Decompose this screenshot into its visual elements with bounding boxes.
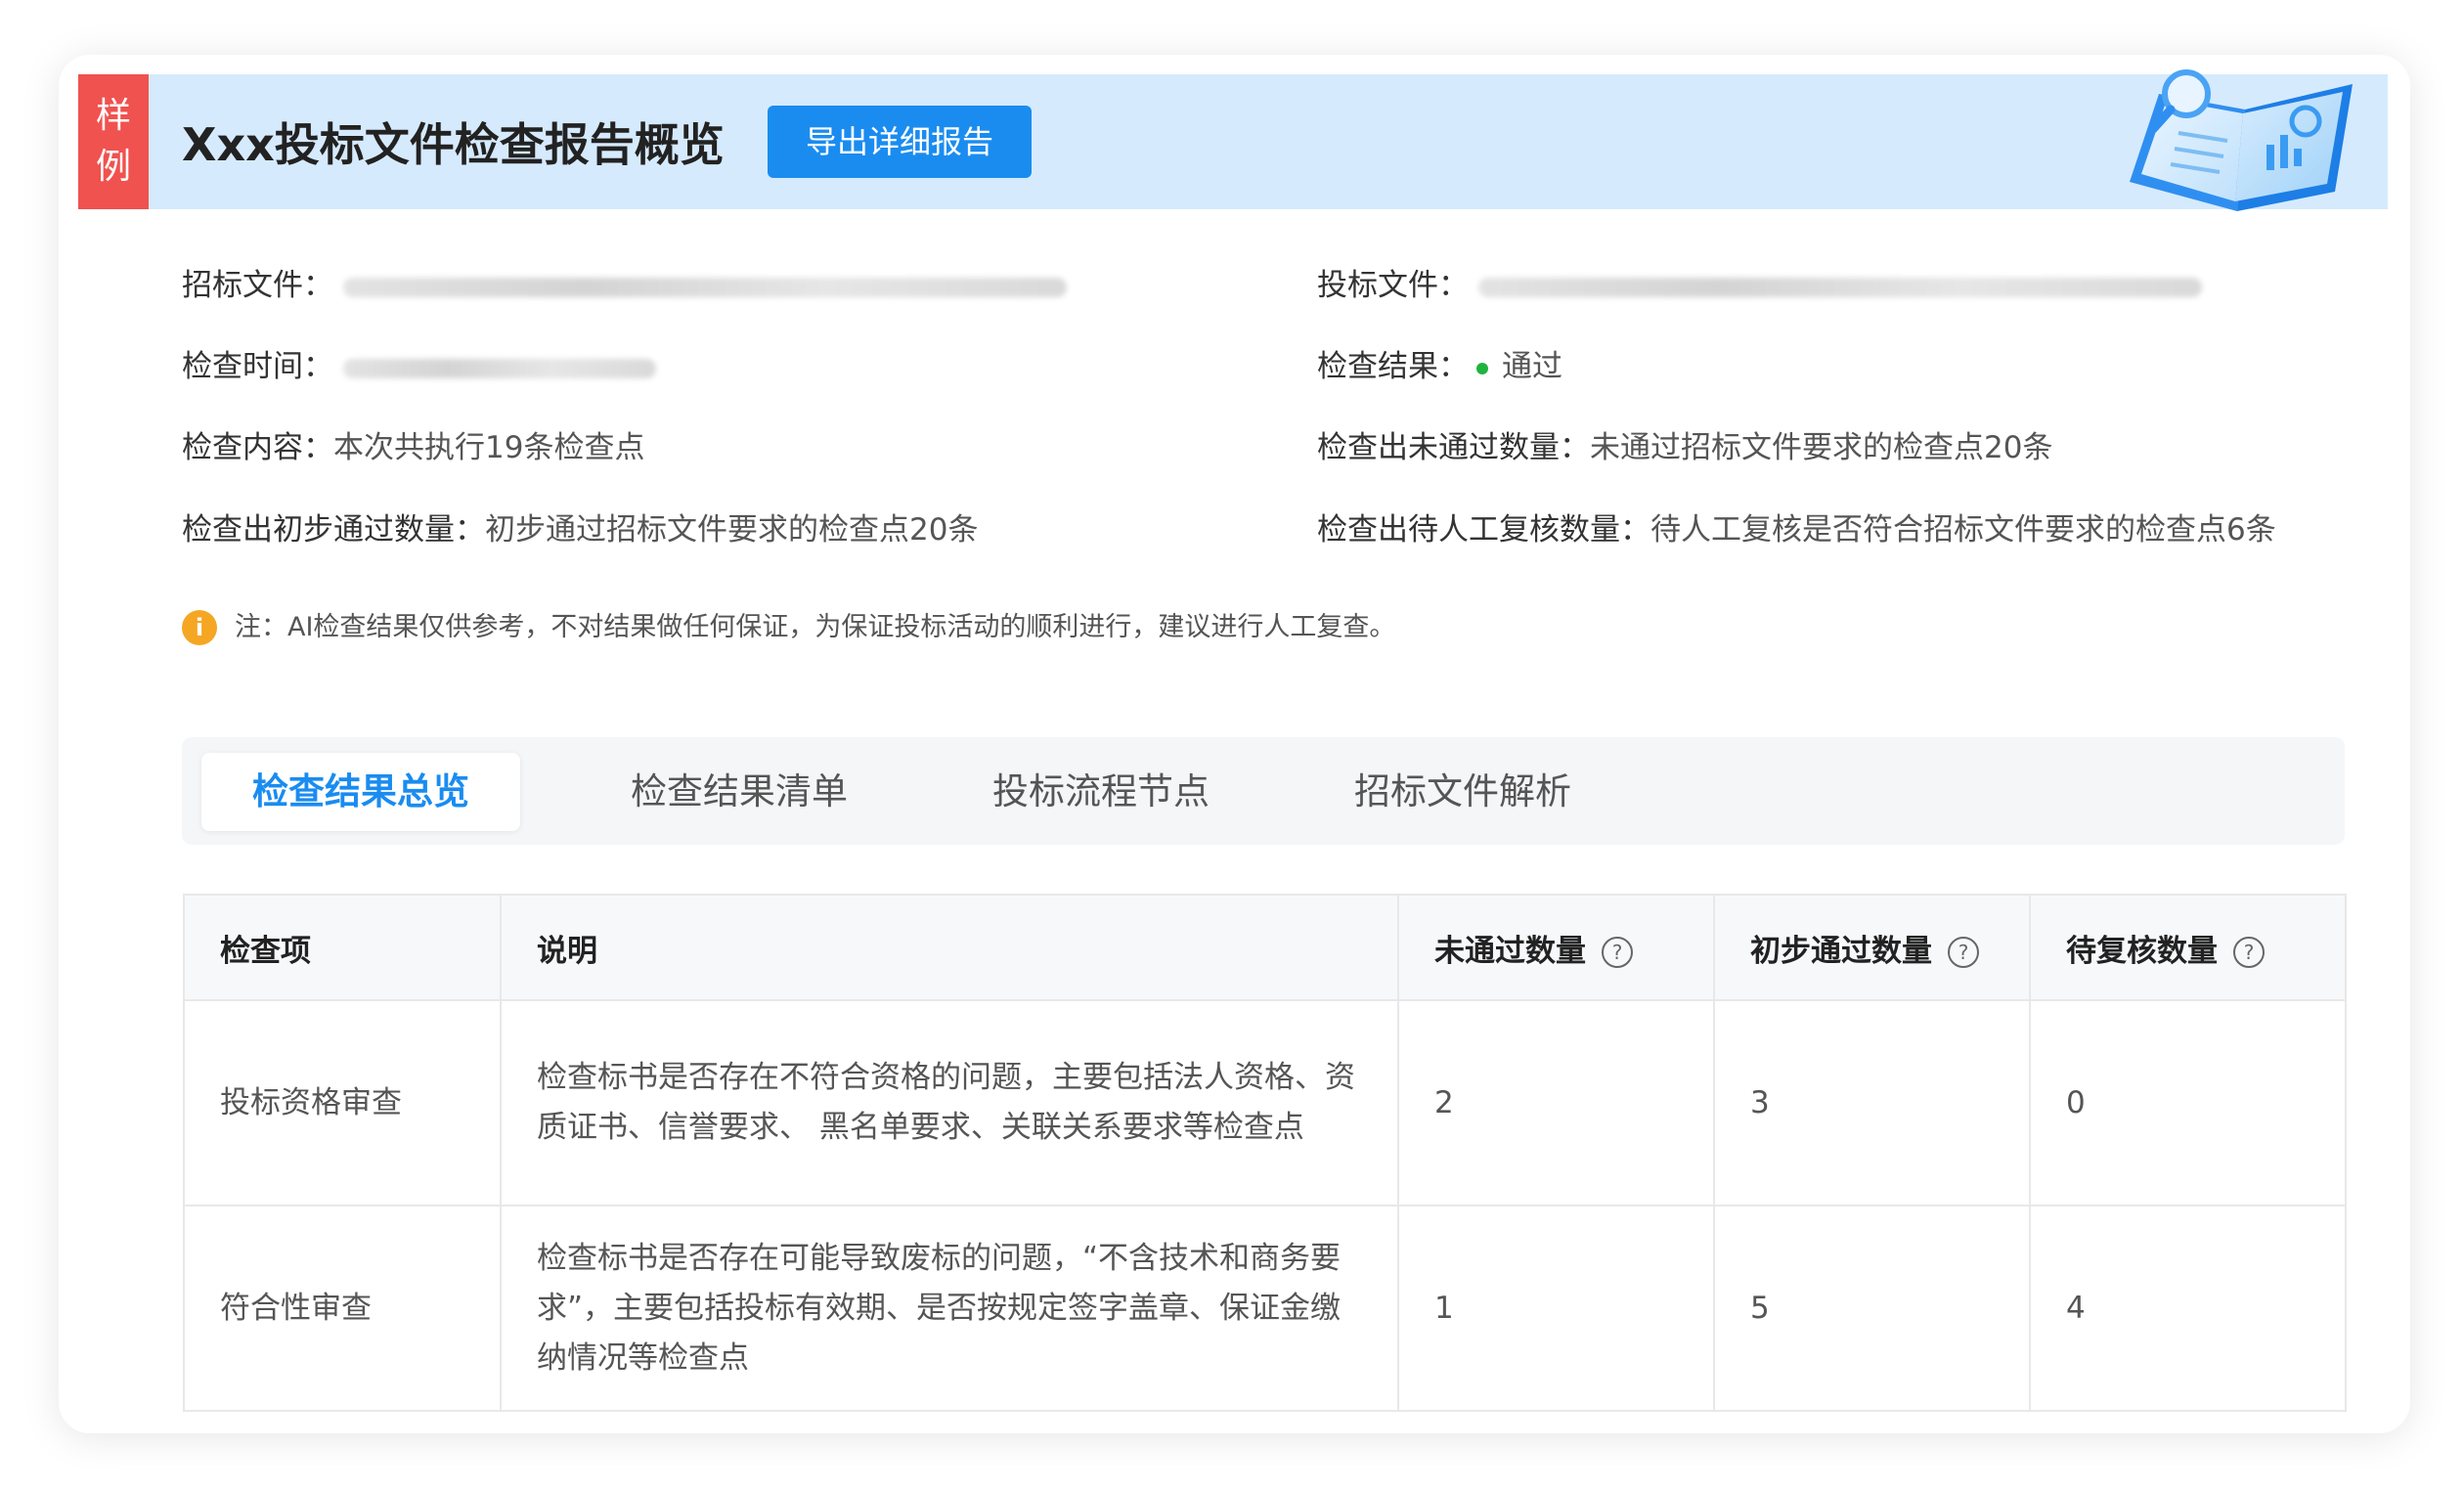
- pending-count-label: 检查出待人工复核数量：: [1317, 512, 1650, 548]
- question-circle-icon[interactable]: ?: [1602, 937, 1633, 968]
- header-passed-count: 初步通过数量?: [1713, 894, 2031, 1001]
- cell-pending-count: 4: [2029, 1205, 2347, 1412]
- status-dot-icon: [1476, 362, 1488, 374]
- info-circle-icon: i: [182, 610, 217, 645]
- cell-failed-count: 1: [1397, 1205, 1715, 1412]
- cell-description: 检查标书是否存在可能导致废标的问题，“不含技术和商务要求”，主要包括投标有效期、…: [500, 1205, 1399, 1412]
- disclaimer-text: 注：AI检查结果仅供参考，不对结果做任何保证，为保证投标活动的顺利进行，建议进行…: [235, 612, 1396, 642]
- failed-count-row: 检查出未通过数量：未通过招标文件要求的检查点20条: [1317, 428, 2052, 467]
- pending-count-value: 待人工复核是否符合招标文件要求的检查点6条: [1650, 512, 2276, 548]
- header-description: 说明: [500, 894, 1399, 1001]
- failed-count-value: 未通过招标文件要求的检查点20条: [1590, 430, 2053, 465]
- page-title: Xxx投标文件检查报告概览: [182, 118, 725, 171]
- pending-count-row: 检查出待人工复核数量：待人工复核是否符合招标文件要求的检查点6条: [1317, 510, 2276, 549]
- cell-check-item: 符合性审查: [183, 1205, 502, 1412]
- check-content-value: 本次共执行19条检查点: [333, 430, 645, 465]
- bid-doc-redacted: [1477, 277, 2202, 297]
- passed-count-value: 初步通过招标文件要求的检查点20条: [485, 512, 979, 548]
- cell-pending-count: 0: [2029, 999, 2347, 1207]
- header-pending-count: 待复核数量?: [2029, 894, 2347, 1001]
- cell-failed-count: 2: [1397, 999, 1715, 1207]
- tab-bar: 检查结果总览 检查结果清单 投标流程节点 招标文件解析: [182, 737, 2345, 845]
- table-header-row: 检查项 说明 未通过数量? 初步通过数量? 待复核数量?: [183, 894, 2347, 1001]
- table-row: 符合性审查 检查标书是否存在可能导致废标的问题，“不含技术和商务要求”，主要包括…: [183, 1205, 2347, 1412]
- cell-passed-count: 5: [1713, 1205, 2031, 1412]
- table-row: 投标资格审查 检查标书是否存在不符合资格的问题，主要包括法人资格、资质证书、信誉…: [183, 999, 2347, 1207]
- bid-doc-label: 投标文件：: [1317, 268, 1469, 303]
- failed-count-label: 检查出未通过数量：: [1317, 430, 1590, 465]
- export-report-button[interactable]: 导出详细报告: [768, 106, 1032, 178]
- results-table: 检查项 说明 未通过数量? 初步通过数量? 待复核数量? 投标资格审查 检查标书…: [183, 894, 2347, 1412]
- tab-results-list[interactable]: 检查结果清单: [573, 753, 905, 831]
- sample-badge-line2: 例: [95, 147, 131, 187]
- check-time-label: 检查时间：: [182, 349, 333, 384]
- check-result-row: 检查结果： 通过: [1317, 347, 1562, 386]
- check-content-row: 检查内容：本次共执行19条检查点: [182, 428, 644, 467]
- cell-passed-count: 3: [1713, 999, 2031, 1207]
- check-content-label: 检查内容：: [182, 430, 333, 465]
- passed-count-label: 检查出初步通过数量：: [182, 512, 485, 548]
- open-book-magnifier-icon: [2130, 69, 2353, 211]
- sample-badge-line1: 样: [95, 96, 131, 136]
- passed-count-row: 检查出初步通过数量：初步通过招标文件要求的检查点20条: [182, 510, 978, 549]
- question-circle-icon[interactable]: ?: [1948, 937, 1979, 968]
- cell-description: 检查标书是否存在不符合资格的问题，主要包括法人资格、资质证书、信誉要求、 黑名单…: [500, 999, 1399, 1207]
- tab-bid-process-nodes[interactable]: 投标流程节点: [935, 753, 1267, 831]
- question-circle-icon[interactable]: ?: [2233, 937, 2265, 968]
- header-check-item: 检查项: [183, 894, 502, 1001]
- check-time-row: 检查时间：: [182, 347, 656, 386]
- check-time-redacted: [342, 358, 656, 378]
- tender-doc-row: 招标文件：: [182, 266, 1067, 305]
- tender-doc-redacted: [342, 277, 1067, 297]
- tab-tender-doc-analysis[interactable]: 招标文件解析: [1297, 753, 1629, 831]
- header-failed-count: 未通过数量?: [1397, 894, 1715, 1001]
- tab-results-overview[interactable]: 检查结果总览: [201, 753, 520, 831]
- cell-check-item: 投标资格审查: [183, 999, 502, 1207]
- tender-doc-label: 招标文件：: [182, 268, 333, 303]
- sample-badge: 样 例: [78, 74, 149, 209]
- bid-doc-row: 投标文件：: [1317, 266, 2202, 305]
- check-result-value: 通过: [1502, 349, 1562, 384]
- disclaimer-note: i 注：AI检查结果仅供参考，不对结果做任何保证，为保证投标活动的顺利进行，建议…: [182, 608, 1395, 647]
- check-result-label: 检查结果：: [1317, 349, 1469, 384]
